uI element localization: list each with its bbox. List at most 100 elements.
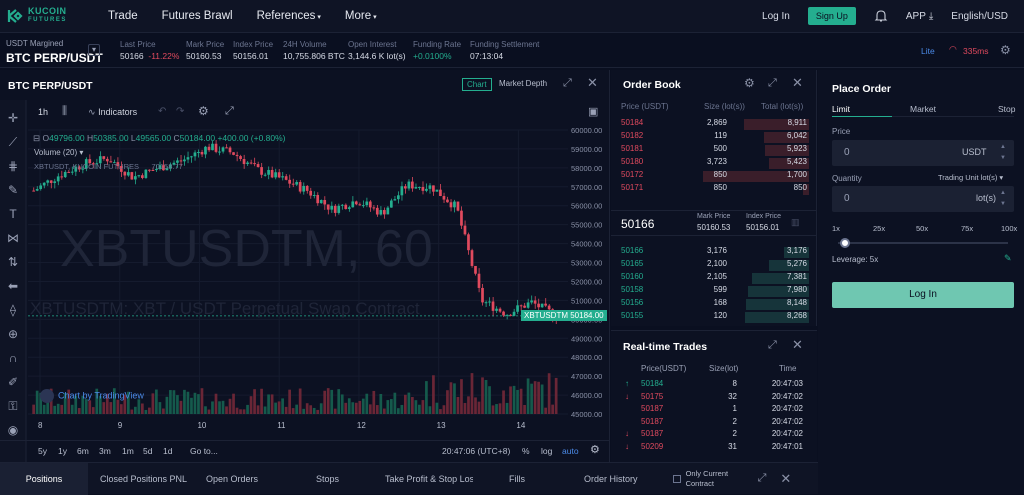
price-input[interactable]: 0 USDT ▲ ▼ xyxy=(832,140,1014,166)
trade-direction-icon: ↑ xyxy=(625,379,629,388)
range-5d[interactable]: 5d xyxy=(143,446,152,456)
settings-icon[interactable]: ⚙ xyxy=(1000,43,1011,57)
nav-references[interactable]: References ▾ xyxy=(257,10,321,22)
nav-futures-brawl[interactable]: Futures Brawl xyxy=(162,10,233,22)
nav-trade[interactable]: Trade xyxy=(108,10,138,22)
ask-row[interactable]: 50181 500 5,923 xyxy=(611,144,817,157)
quantity-stepper[interactable]: ▲ ▼ xyxy=(1000,188,1006,210)
sub-legend-value: 70158.77 xyxy=(151,162,183,171)
trendline-icon[interactable]: ⟋ xyxy=(3,130,23,154)
range-settings-icon[interactable]: ⚙ xyxy=(590,443,600,456)
candle xyxy=(460,210,463,226)
tab-stop[interactable]: Stop xyxy=(998,104,1016,114)
orderbook-settings-icon[interactable]: ⚙ xyxy=(744,76,755,90)
tab-closed-positions[interactable]: Closed Positions PNL xyxy=(100,473,192,485)
volume-legend[interactable]: Volume (20) ▾ xyxy=(34,148,83,157)
zoom-icon[interactable]: ⊕ xyxy=(3,322,23,346)
auto-toggle[interactable]: auto xyxy=(562,446,579,456)
redo-icon[interactable]: ↷ xyxy=(176,106,184,117)
lock-draw-icon[interactable]: ✐ xyxy=(3,370,23,394)
login-link[interactable]: Log In xyxy=(762,11,790,22)
range-1d[interactable]: 1d xyxy=(163,446,172,456)
quantity-input[interactable]: 0 lot(s) ▲ ▼ xyxy=(832,186,1014,212)
percent-toggle[interactable]: % xyxy=(522,446,530,456)
ask-row[interactable]: 50180 3,723 5,423 xyxy=(611,157,817,170)
volume-bar xyxy=(197,394,200,414)
legend-toggle-icon[interactable]: ⊟ xyxy=(33,133,40,143)
log-toggle[interactable]: log xyxy=(541,446,552,456)
prediction-icon[interactable]: ⇅ xyxy=(3,250,23,274)
expand-icon[interactable]: ⤢ xyxy=(758,472,767,485)
ask-row[interactable]: 50182 119 6,042 xyxy=(611,131,817,144)
bid-row[interactable]: 50155 120 8,268 xyxy=(611,311,817,324)
pattern-icon[interactable]: ⋈ xyxy=(3,226,23,250)
ask-row[interactable]: 50171 850 850 xyxy=(611,183,817,196)
range-1m[interactable]: 1m xyxy=(122,446,134,456)
magnet-icon[interactable]: ∩ xyxy=(3,346,23,370)
leverage-handle[interactable] xyxy=(840,238,850,248)
undo-icon[interactable]: ↶ xyxy=(158,106,166,117)
order-book-panel: Order Book ⚙ ⤢ ✕ Price (USDT) Size (lot(… xyxy=(611,70,817,326)
candle-type-icon[interactable]: ⫼ xyxy=(62,105,67,118)
tab-fills[interactable]: Fills xyxy=(509,474,525,484)
arrow-left-icon[interactable]: ⬅ xyxy=(3,274,23,298)
expand-icon[interactable]: ⤢ xyxy=(768,339,777,352)
lite-mode-link[interactable]: Lite xyxy=(921,46,935,56)
lock-icon[interactable]: ⚿ xyxy=(3,394,23,418)
trade-size: 31 xyxy=(728,441,737,451)
range-1y[interactable]: 1y xyxy=(58,446,67,456)
language-currency[interactable]: English/USD xyxy=(951,11,1008,22)
chevron-down-icon[interactable]: ▾ xyxy=(88,44,100,56)
close-icon[interactable]: ✕ xyxy=(792,337,803,353)
app-download[interactable]: APP ⤓ xyxy=(906,11,933,22)
tab-open-orders[interactable]: Open Orders xyxy=(206,474,258,484)
only-current-checkbox[interactable] xyxy=(672,474,681,483)
range-3m[interactable]: 3m xyxy=(99,446,111,456)
interval-1h[interactable]: 1h xyxy=(38,107,48,117)
crosshair-icon[interactable]: ✛ xyxy=(3,106,23,130)
place-order-login-button[interactable]: Log In xyxy=(832,282,1014,308)
leverage-slider[interactable] xyxy=(838,238,1008,248)
ask-row[interactable]: 50184 2,869 8,911 xyxy=(611,118,817,131)
tradingview-badge[interactable]: Chart by TradingView xyxy=(40,389,144,403)
tab-order-history[interactable]: Order History xyxy=(584,474,638,484)
price-stepper[interactable]: ▲ ▼ xyxy=(1000,142,1006,164)
kucoin-logo[interactable]: KUCOIN FUTURES xyxy=(6,7,86,25)
eye-icon[interactable]: ◉ xyxy=(3,418,23,442)
tab-stops[interactable]: Stops xyxy=(316,474,339,484)
close-icon[interactable]: ✕ xyxy=(792,75,803,91)
edit-leverage-icon[interactable]: ✎ xyxy=(1004,253,1012,264)
nav-more[interactable]: More ▾ xyxy=(345,10,377,22)
volume-bar xyxy=(474,397,477,414)
expand-icon[interactable]: ⤢ xyxy=(768,77,777,90)
bid-row[interactable]: 50158 599 7,980 xyxy=(611,285,817,298)
brush-icon[interactable]: ✎ xyxy=(3,178,23,202)
bid-row[interactable]: 50156 168 8,148 xyxy=(611,298,817,311)
bid-row[interactable]: 50165 2,100 5,276 xyxy=(611,259,817,272)
chart-settings-icon[interactable]: ⚙ xyxy=(198,104,209,118)
candle xyxy=(291,183,295,185)
tab-tp-sl[interactable]: Take Profit & Stop Loss xyxy=(385,473,473,485)
camera-icon[interactable]: ▣ xyxy=(588,105,598,118)
close-icon[interactable]: ✕ xyxy=(780,471,791,487)
tab-market[interactable]: Market xyxy=(910,104,936,114)
fullscreen-icon[interactable]: ⤢ xyxy=(225,105,234,118)
ruler-icon[interactable]: ⟠ xyxy=(3,298,23,322)
price-chart[interactable]: XBTUSDTM, 60 XBTUSDTM: XBT / USDT Perpetu… xyxy=(0,70,610,462)
text-tool-icon[interactable]: T xyxy=(3,202,23,226)
ask-row[interactable]: 50172 850 1,700 xyxy=(611,170,817,183)
indicators-button[interactable]: ∿ Indicators xyxy=(88,107,137,118)
depth-icon[interactable]: ▥ xyxy=(791,217,800,228)
goto-date[interactable]: Go to... xyxy=(190,446,218,456)
range-5y[interactable]: 5y xyxy=(38,446,47,456)
tab-positions[interactable]: Positions xyxy=(0,462,88,495)
bid-row[interactable]: 50160 2,105 7,381 xyxy=(611,272,817,285)
tab-limit[interactable]: Limit xyxy=(832,104,850,114)
bid-row[interactable]: 50166 3,176 3,176 xyxy=(611,246,817,259)
bell-icon[interactable] xyxy=(874,9,888,23)
fib-icon[interactable]: ⋕ xyxy=(3,154,23,178)
range-6m[interactable]: 6m xyxy=(77,446,89,456)
trade-price: 50209 xyxy=(641,441,664,451)
signup-button[interactable]: Sign Up xyxy=(807,7,856,25)
unit-select[interactable]: Trading Unit lot(s) ▾ xyxy=(938,173,1003,182)
